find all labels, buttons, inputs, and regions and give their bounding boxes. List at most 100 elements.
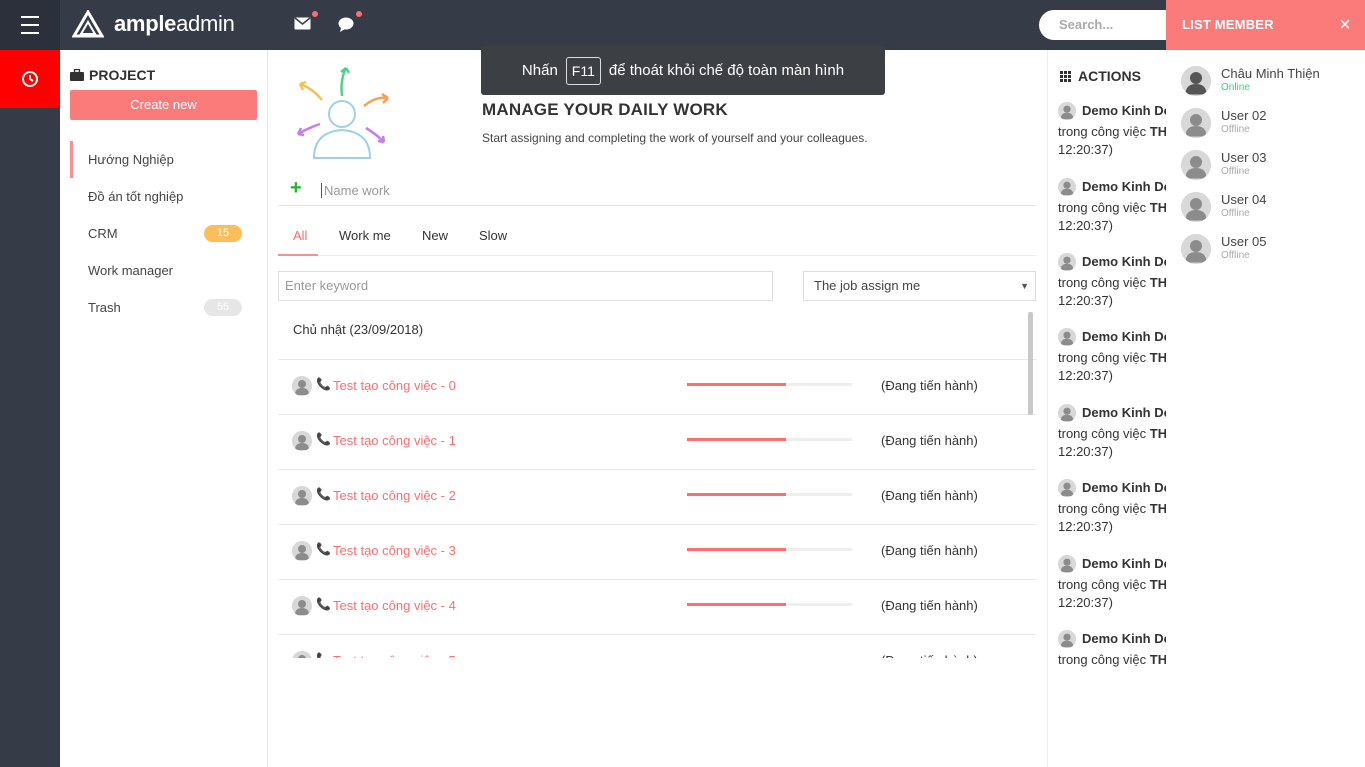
work-illustration-icon — [296, 67, 389, 159]
task-progress-fill — [687, 548, 786, 551]
left-rail — [0, 50, 60, 767]
user-avatar-icon — [1058, 555, 1076, 573]
member-panel-header: LIST MEMBER × — [1166, 0, 1365, 50]
action-description: trong công việc TH — [1058, 199, 1166, 217]
action-item[interactable]: Demo Kinh Do trong công việc TH 12:20:37) — [1058, 328, 1166, 385]
action-target: TH — [1149, 124, 1166, 139]
task-row[interactable]: 📞 Test tạo công việc - 4 (Đang tiến hành) — [278, 580, 1036, 635]
actions-heading-text: ACTIONS — [1078, 68, 1141, 84]
mail-button[interactable] — [294, 11, 318, 33]
action-description: trong công việc TH — [1058, 349, 1166, 367]
action-target: TH — [1149, 426, 1166, 441]
tab-slow[interactable]: Slow — [479, 228, 507, 243]
plus-icon[interactable]: + — [290, 178, 302, 198]
member-item[interactable]: User 05 Offline — [1181, 232, 1361, 268]
action-actor: Demo Kinh Do — [1058, 555, 1166, 573]
search-input[interactable]: Search... — [1039, 10, 1179, 40]
task-row[interactable]: 📞Test tạo công việc - 5 (Đang tiến hành) — [278, 635, 1036, 658]
task-row[interactable]: 📞 Test tạo công việc - 2 (Đang tiến hành) — [278, 470, 1036, 525]
avatar — [1181, 66, 1211, 96]
task-progress-bar — [687, 548, 852, 551]
task-status: (Đang tiến hành) — [881, 653, 978, 658]
project-item-huong-nghiep[interactable]: Hướng Nghiệp — [70, 141, 257, 178]
task-name-link[interactable]: Test tạo công việc - 4 — [333, 598, 456, 613]
assign-filter-select[interactable]: The job assign me ▼ — [803, 271, 1036, 301]
action-description: trong công việc TH — [1058, 123, 1166, 141]
action-description: trong công việc TH — [1058, 651, 1166, 669]
action-item[interactable]: Demo Kinh Do trong công việc TH 12:20:37) — [1058, 479, 1166, 536]
action-line: trong công việc — [1058, 275, 1147, 290]
create-new-button[interactable]: Create new — [70, 90, 257, 120]
action-item[interactable]: Demo Kinh Do trong công việc TH 12:20:37) — [1058, 404, 1166, 461]
task-name-link[interactable]: Test tạo công việc - 2 — [333, 488, 456, 503]
chat-button[interactable] — [338, 11, 362, 33]
member-item[interactable]: Châu Minh Thiện Online — [1181, 64, 1361, 100]
task-name-link[interactable]: Test tạo công việc - 0 — [333, 378, 456, 393]
member-item[interactable]: User 02 Offline — [1181, 106, 1361, 142]
action-item[interactable]: Demo Kinh Do trong công việc TH 12:20:37) — [1058, 178, 1166, 235]
app-logo[interactable]: ampleadmin — [72, 10, 235, 38]
user-avatar-icon — [1058, 630, 1076, 648]
phone-icon: 📞 — [316, 432, 331, 446]
task-progress-bar — [687, 383, 852, 386]
page-subtitle: Start assigning and completing the work … — [482, 131, 868, 145]
tab-work-me[interactable]: Work me — [339, 228, 391, 243]
task-status: (Đang tiến hành) — [881, 488, 978, 503]
action-item[interactable]: Demo Kinh Do trong công việc TH 12:20:37) — [1058, 555, 1166, 612]
member-status: Offline — [1221, 166, 1250, 177]
member-panel-title: LIST MEMBER — [1182, 17, 1274, 32]
tab-all[interactable]: All — [293, 228, 307, 243]
page-title: MANAGE YOUR DAILY WORK — [482, 100, 728, 119]
add-work-row: + Name work — [278, 175, 1036, 206]
action-time: 12:20:37) — [1058, 368, 1113, 383]
action-actor: Demo Kinh Do — [1058, 630, 1166, 648]
list-scrollbar[interactable] — [1028, 312, 1033, 415]
action-actor: Demo Kinh Do — [1058, 328, 1166, 346]
keyword-input[interactable]: Enter keyword — [278, 271, 773, 301]
rail-item-dashboard[interactable] — [0, 50, 60, 108]
avatar — [1181, 108, 1211, 138]
user-avatar-icon — [292, 486, 312, 506]
task-row[interactable]: 📞 Test tạo công việc - 3 (Đang tiến hành) — [278, 525, 1036, 580]
action-line: trong công việc — [1058, 501, 1147, 516]
task-progress-bar — [687, 603, 852, 606]
task-progress-fill — [687, 383, 786, 386]
project-heading-text: PROJECT — [89, 67, 156, 83]
action-target: TH — [1149, 350, 1166, 365]
project-item-do-an[interactable]: Đồ án tốt nghiệp — [70, 178, 257, 215]
top-bar: ampleadmin Search... — [0, 0, 1365, 50]
toast-text-pre: Nhấn — [521, 62, 558, 79]
member-item[interactable]: User 03 Offline — [1181, 148, 1361, 184]
action-line: trong công việc — [1058, 350, 1147, 365]
user-avatar-icon — [292, 376, 312, 396]
task-name-link[interactable]: Test tạo công việc - 3 — [333, 543, 456, 558]
action-item[interactable]: Demo Kinh Do trong công việc TH 12:20:37) — [1058, 253, 1166, 310]
name-work-input[interactable]: Name work — [321, 183, 390, 198]
project-item-crm[interactable]: CRM 15 — [70, 215, 257, 252]
user-avatar-icon — [1058, 479, 1076, 497]
close-icon[interactable]: × — [1339, 0, 1351, 50]
project-heading: PROJECT — [70, 67, 155, 83]
action-description: trong công việc TH — [1058, 500, 1166, 518]
task-row[interactable]: 📞 Test tạo công việc - 0 (Đang tiến hành) — [278, 360, 1036, 415]
member-status: Online — [1221, 82, 1250, 93]
project-item-label: Trash — [88, 300, 121, 315]
user-avatar-icon — [1058, 102, 1076, 120]
member-status: Offline — [1221, 124, 1250, 135]
member-item[interactable]: User 04 Offline — [1181, 190, 1361, 226]
member-status: Offline — [1221, 250, 1250, 261]
task-progress-fill — [687, 438, 786, 441]
project-item-work-manager[interactable]: Work manager — [70, 252, 257, 289]
task-row[interactable]: 📞 Test tạo công việc - 1 (Đang tiến hành) — [278, 415, 1036, 470]
logo-text: ampleadmin — [114, 11, 235, 37]
tab-new[interactable]: New — [422, 228, 448, 243]
task-name-link[interactable]: Test tạo công việc - 5 — [333, 653, 456, 658]
action-target: TH — [1149, 501, 1166, 516]
action-item[interactable]: Demo Kinh Do trong công việc TH — [1058, 630, 1166, 669]
project-sidebar: PROJECT Create new Hướng Nghiệp Đồ án tố… — [60, 50, 268, 767]
project-item-trash[interactable]: Trash 55 — [70, 289, 257, 326]
menu-toggle-button[interactable] — [0, 0, 60, 50]
action-item[interactable]: Demo Kinh Do trong công việc TH 12:20:37) — [1058, 102, 1166, 159]
member-panel: LIST MEMBER × Châu Minh Thiện Online User … — [1166, 0, 1365, 767]
task-name-link[interactable]: Test tạo công việc - 1 — [333, 433, 456, 448]
